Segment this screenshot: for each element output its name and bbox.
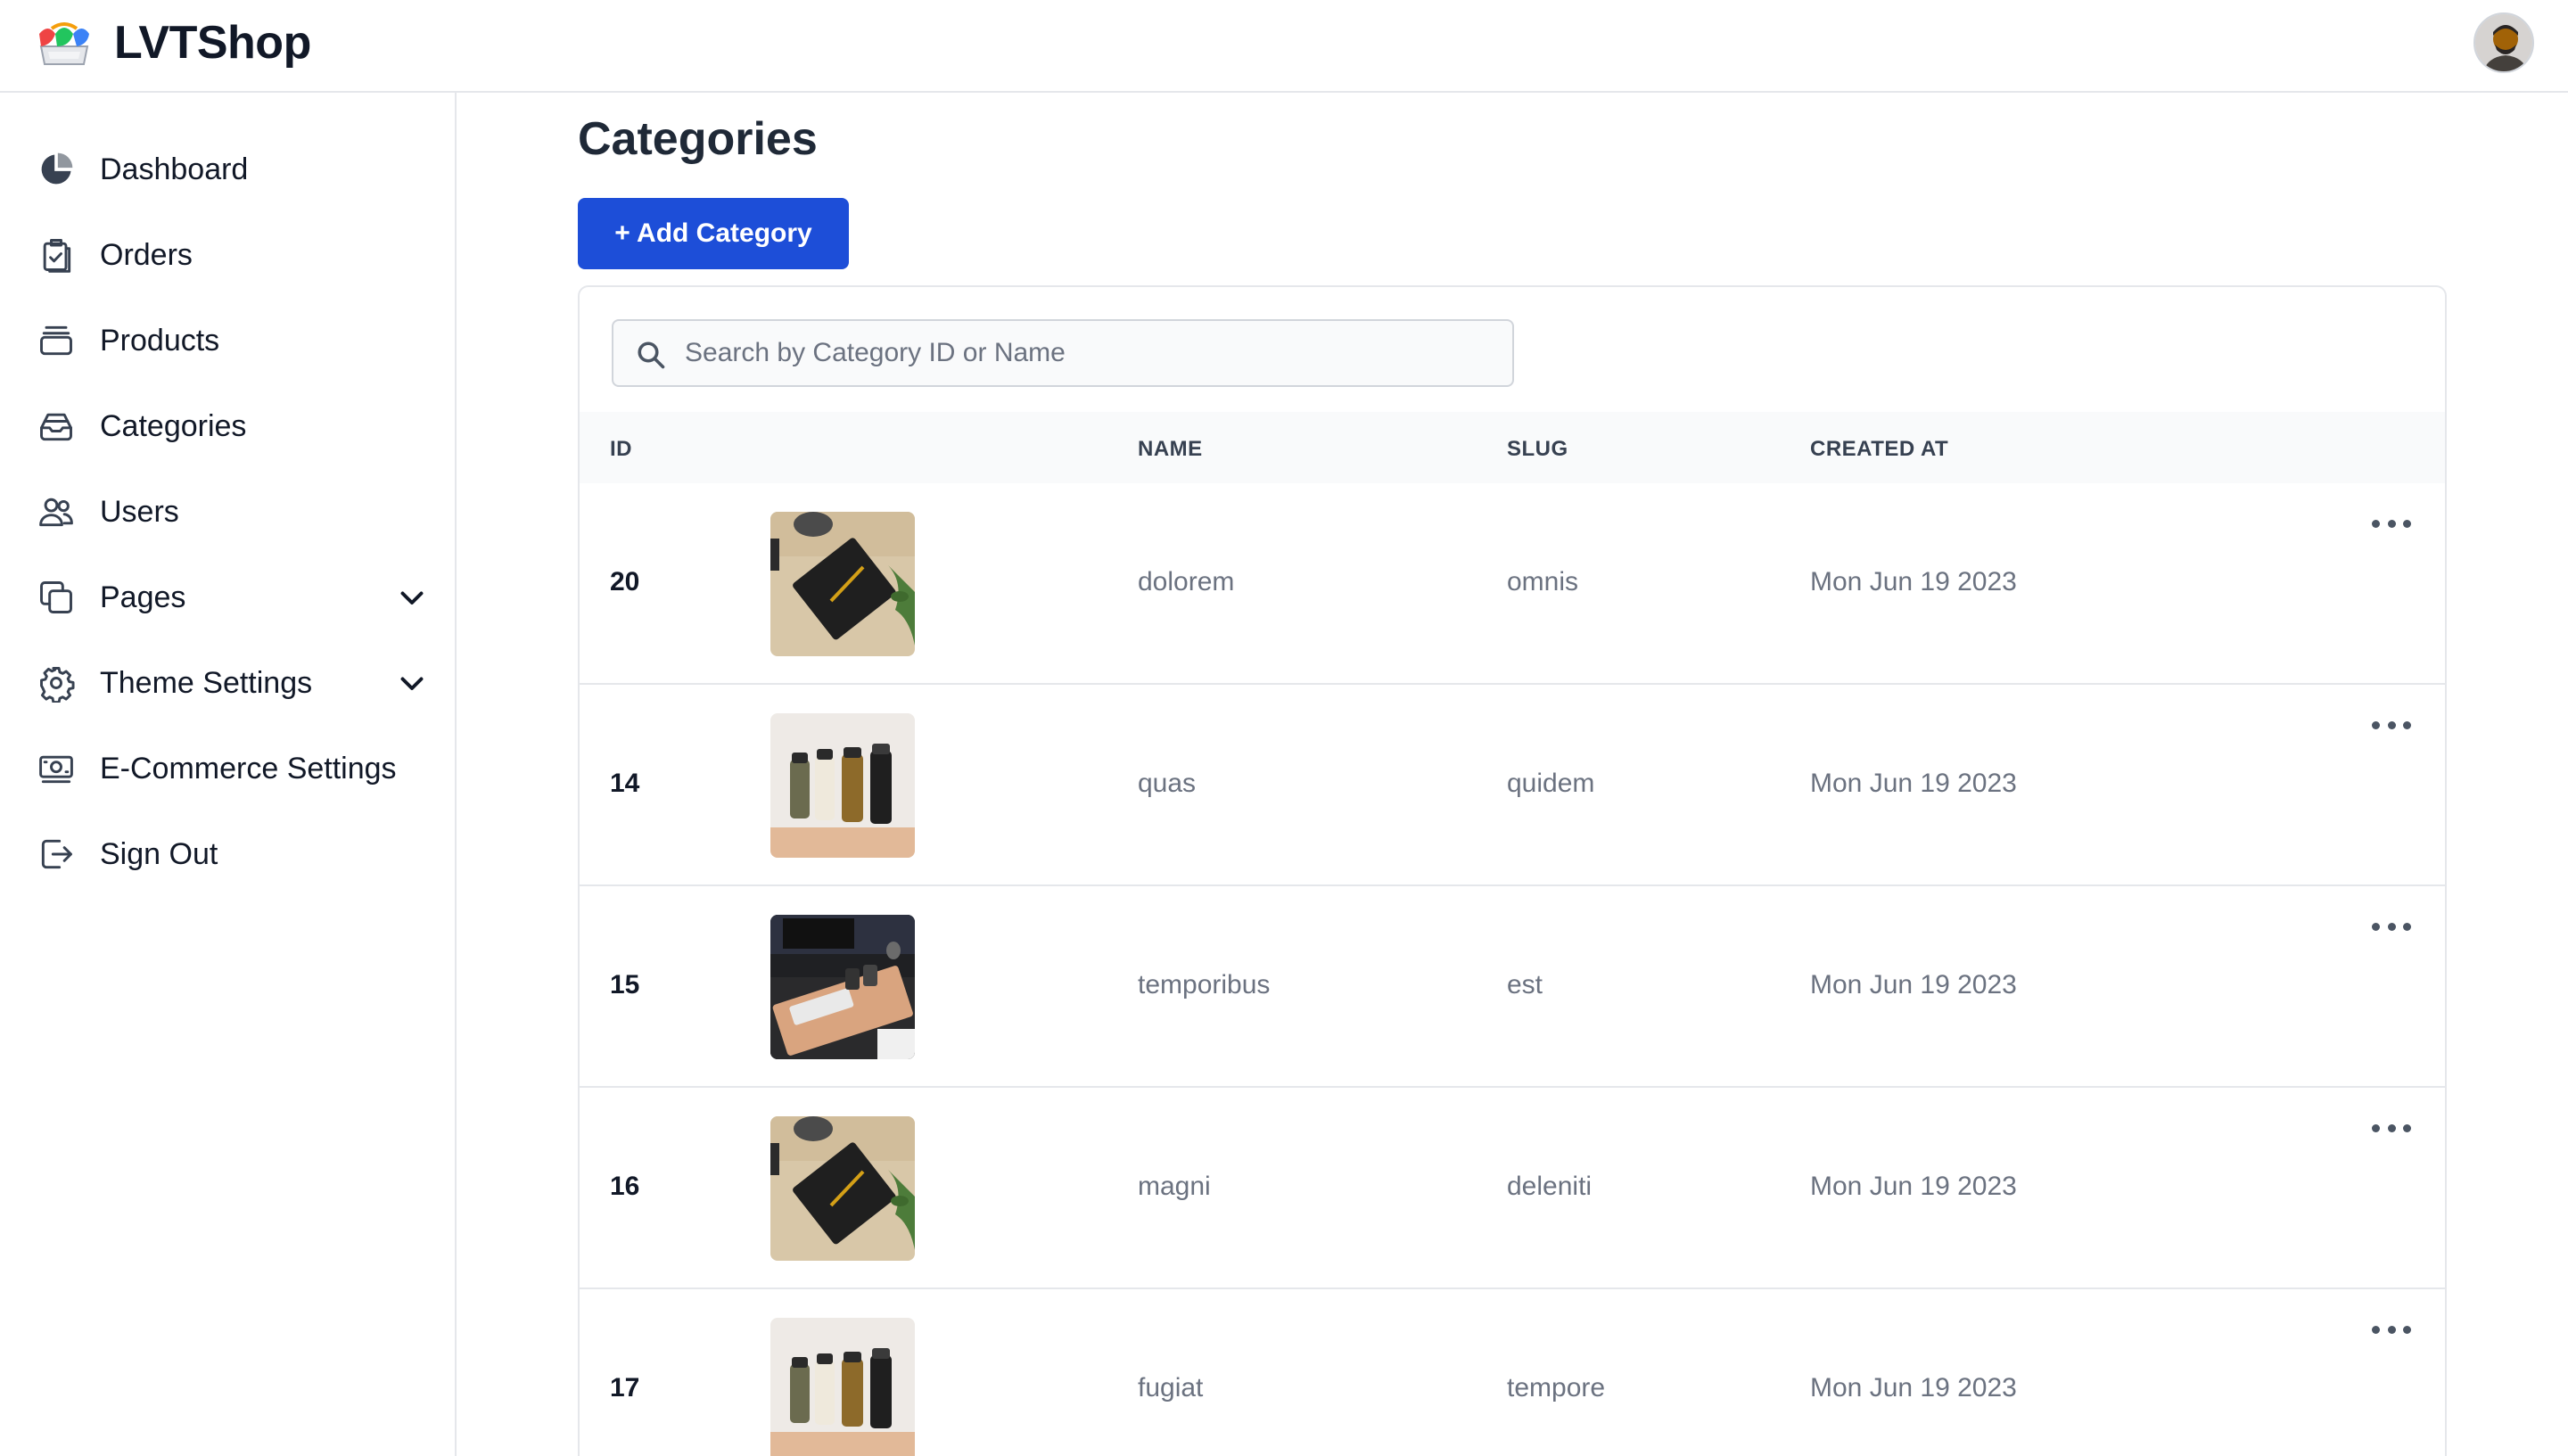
category-image-notebook xyxy=(770,1116,915,1261)
sidebar-item-categories[interactable]: Categories xyxy=(36,392,428,460)
category-slug: est xyxy=(1507,970,1543,999)
category-image-notebook xyxy=(770,512,915,656)
row-actions-menu-icon[interactable] xyxy=(2372,1321,2411,1337)
sidebar-item-label: Categories xyxy=(100,408,247,443)
row-actions-menu-icon[interactable] xyxy=(2372,918,2411,934)
inbox-stack-icon xyxy=(36,406,77,447)
column-header-slug[interactable]: SLUG xyxy=(1507,437,1568,462)
category-name: fugiat xyxy=(1138,1373,1204,1403)
category-id: 16 xyxy=(610,1172,640,1201)
table-row[interactable]: 17 fugiat tempore Mon Jun 19 2023 xyxy=(580,1289,2445,1456)
column-header-name[interactable]: NAME xyxy=(1138,437,1203,462)
category-name: dolorem xyxy=(1138,567,1235,596)
sidebar-item-label: Orders xyxy=(100,237,193,272)
sidebar-item-label: Sign Out xyxy=(100,836,218,871)
category-slug: deleniti xyxy=(1507,1172,1593,1201)
sidebar-item-sign-out[interactable]: Sign Out xyxy=(36,820,428,888)
category-id: 20 xyxy=(610,567,640,596)
users-icon xyxy=(36,491,77,532)
chevron-down-icon[interactable] xyxy=(396,667,428,699)
pie-chart-icon xyxy=(36,149,77,190)
category-slug: omnis xyxy=(1507,567,1579,596)
sidebar-item-theme-settings[interactable]: Theme Settings xyxy=(36,649,428,717)
page-title: Categories xyxy=(578,113,818,165)
category-created-at: Mon Jun 19 2023 xyxy=(1810,1373,2017,1403)
category-name: quas xyxy=(1138,769,1197,798)
add-category-button[interactable]: + Add Category xyxy=(578,198,849,269)
table-row[interactable]: 20 dolorem omnis Mon Jun 19 2023 xyxy=(580,483,2445,685)
sidebar-item-products[interactable]: Products xyxy=(36,307,428,374)
cash-icon xyxy=(36,748,77,789)
sidebar-item-label: Pages xyxy=(100,580,186,614)
category-slug: tempore xyxy=(1507,1373,1606,1403)
table-row[interactable]: 15 temporibus est Mon Jun 19 2023 xyxy=(580,886,2445,1088)
table-header: ID NAME SLUG CREATED AT xyxy=(580,412,2445,483)
sidebar-item-label: Theme Settings xyxy=(100,665,313,700)
gear-icon xyxy=(36,662,77,703)
category-created-at: Mon Jun 19 2023 xyxy=(1810,769,2017,798)
column-header-id[interactable]: ID xyxy=(610,437,632,462)
category-name: magni xyxy=(1138,1172,1211,1201)
copy-pages-icon xyxy=(36,577,77,618)
table-row[interactable]: 16 magni deleniti Mon Jun 19 2023 xyxy=(580,1088,2445,1289)
table-row[interactable]: 14 quas quidem Mon Jun 19 2023 xyxy=(580,685,2445,886)
column-header-created-at[interactable]: CREATED AT xyxy=(1810,437,1948,462)
category-created-at: Mon Jun 19 2023 xyxy=(1810,1172,2017,1201)
sidebar-item-pages[interactable]: Pages xyxy=(36,563,428,631)
sidebar-item-orders[interactable]: Orders xyxy=(36,221,428,289)
search-input[interactable] xyxy=(685,321,1487,385)
storefront-logo-icon[interactable] xyxy=(36,20,93,70)
category-slug: quidem xyxy=(1507,769,1595,798)
row-actions-menu-icon[interactable] xyxy=(2372,1120,2411,1136)
search-icon xyxy=(638,341,665,369)
user-avatar[interactable] xyxy=(2473,12,2534,73)
sidebar-item-dashboard[interactable]: Dashboard xyxy=(36,136,428,203)
category-name: temporibus xyxy=(1138,970,1271,999)
sidebar-item-label: Dashboard xyxy=(100,152,249,186)
category-image-bottles xyxy=(770,1318,915,1456)
brand-name[interactable]: LVTShop xyxy=(114,16,311,70)
archive-box-icon xyxy=(36,320,77,361)
category-id: 15 xyxy=(610,970,640,999)
sidebar-item-label: Products xyxy=(100,323,220,358)
search-box[interactable] xyxy=(612,319,1514,387)
category-id: 14 xyxy=(610,769,640,798)
category-image-bottles xyxy=(770,713,915,858)
sidebar: Dashboard Orders Products Categories Use… xyxy=(0,93,457,1456)
top-bar: LVTShop xyxy=(0,0,2568,93)
category-id: 17 xyxy=(610,1373,640,1403)
chevron-down-icon[interactable] xyxy=(396,581,428,613)
category-created-at: Mon Jun 19 2023 xyxy=(1810,567,2017,596)
sidebar-item-users[interactable]: Users xyxy=(36,478,428,546)
sidebar-item-label: E-Commerce Settings xyxy=(100,751,397,786)
sidebar-item-ecommerce-settings[interactable]: E-Commerce Settings xyxy=(36,735,428,802)
category-image-desk xyxy=(770,915,915,1059)
row-actions-menu-icon[interactable] xyxy=(2372,515,2411,531)
sidebar-item-label: Users xyxy=(100,494,179,529)
category-created-at: Mon Jun 19 2023 xyxy=(1810,970,2017,999)
categories-card: ID NAME SLUG CREATED AT 20 dolorem omnis… xyxy=(578,285,2447,1456)
clipboard-check-icon xyxy=(36,234,77,276)
sign-out-icon xyxy=(36,834,77,875)
row-actions-menu-icon[interactable] xyxy=(2372,717,2411,733)
